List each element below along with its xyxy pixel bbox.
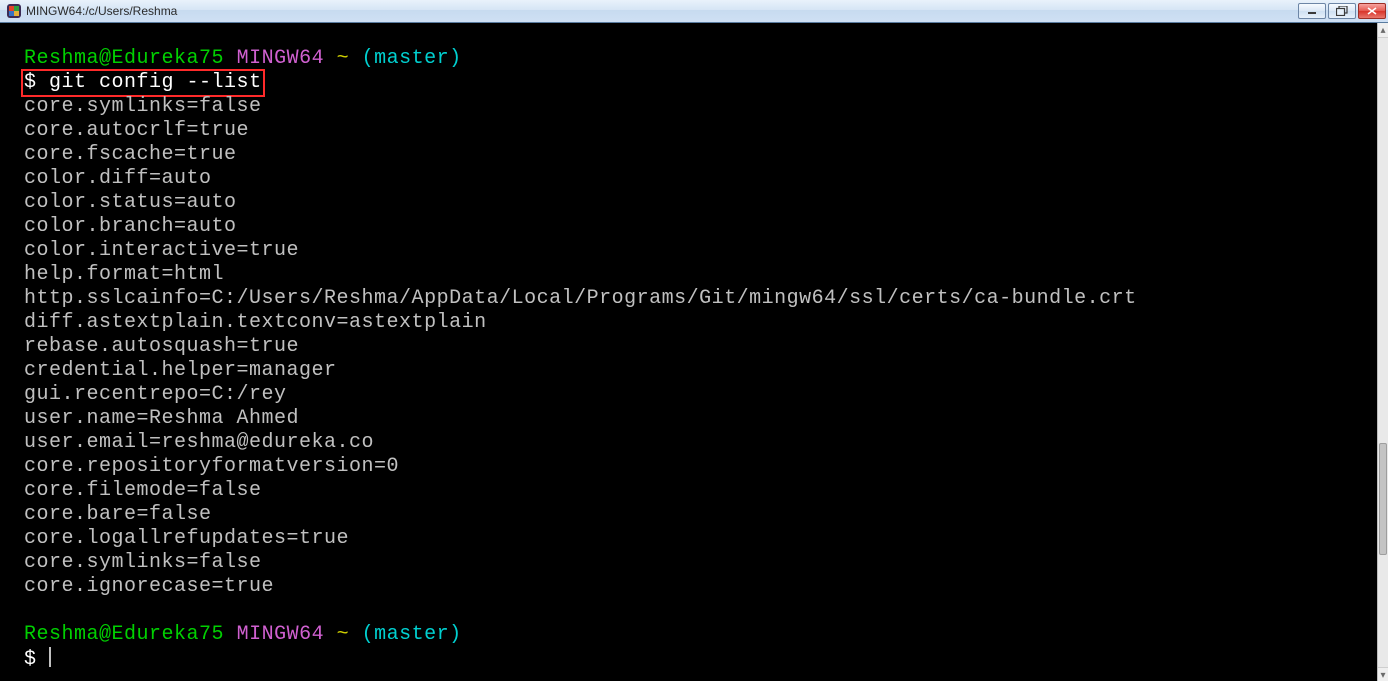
prompt-line: Reshma@Edureka75 MINGW64 ~ (master) xyxy=(24,47,462,70)
prompt-user: Reshma@Edureka75 xyxy=(24,47,224,70)
output-line: core.autocrlf=true xyxy=(24,119,249,142)
output-line: core.repositoryformatversion=0 xyxy=(24,455,399,478)
cursor xyxy=(49,647,51,667)
output-line: color.interactive=true xyxy=(24,239,299,262)
window-titlebar: MINGW64:/c/Users/Reshma xyxy=(0,0,1388,23)
minimize-button[interactable] xyxy=(1298,3,1326,19)
entered-command: git config --list xyxy=(49,71,262,94)
prompt-symbol: $ xyxy=(24,71,37,94)
scroll-down-arrow[interactable]: ▾ xyxy=(1378,667,1388,681)
maximize-button[interactable] xyxy=(1328,3,1356,19)
output-line: user.email=reshma@edureka.co xyxy=(24,431,374,454)
git-bash-icon xyxy=(6,3,22,19)
output-line: user.name=Reshma Ahmed xyxy=(24,407,299,430)
prompt-shell: MINGW64 xyxy=(237,47,325,70)
output-line: diff.astextplain.textconv=astextplain xyxy=(24,311,487,334)
output-line: color.branch=auto xyxy=(24,215,237,238)
output-line: gui.recentrepo=C:/rey xyxy=(24,383,287,406)
output-line: core.logallrefupdates=true xyxy=(24,527,349,550)
scroll-thumb[interactable] xyxy=(1379,443,1387,555)
output-line: help.format=html xyxy=(24,263,224,286)
output-line: credential.helper=manager xyxy=(24,359,337,382)
prompt-cwd: ~ xyxy=(337,47,350,70)
prompt-shell: MINGW64 xyxy=(237,623,325,646)
output-line: http.sslcainfo=C:/Users/Reshma/AppData/L… xyxy=(24,287,1137,310)
output-line: core.symlinks=false xyxy=(24,551,262,574)
prompt-branch: (master) xyxy=(362,623,462,646)
window-title: MINGW64:/c/Users/Reshma xyxy=(26,4,177,18)
terminal-output[interactable]: Reshma@Edureka75 MINGW64 ~ (master) $ gi… xyxy=(0,23,1378,681)
scroll-up-arrow[interactable]: ▴ xyxy=(1378,23,1388,38)
output-line: color.status=auto xyxy=(24,191,237,214)
output-line: core.bare=false xyxy=(24,503,212,526)
prompt-branch: (master) xyxy=(362,47,462,70)
vertical-scrollbar[interactable]: ▴ ▾ xyxy=(1377,23,1388,681)
output-line: core.fscache=true xyxy=(24,143,237,166)
output-line: core.ignorecase=true xyxy=(24,575,274,598)
window-controls xyxy=(1298,3,1386,19)
prompt-symbol: $ xyxy=(24,648,37,671)
close-button[interactable] xyxy=(1358,3,1386,19)
command-highlight: $ git config --list xyxy=(21,69,265,97)
output-line: core.symlinks=false xyxy=(24,95,262,118)
output-line: rebase.autosquash=true xyxy=(24,335,299,358)
output-line: color.diff=auto xyxy=(24,167,212,190)
prompt-user: Reshma@Edureka75 xyxy=(24,623,224,646)
prompt-line: Reshma@Edureka75 MINGW64 ~ (master) xyxy=(24,623,462,646)
output-line: core.filemode=false xyxy=(24,479,262,502)
terminal-area[interactable]: Reshma@Edureka75 MINGW64 ~ (master) $ gi… xyxy=(0,23,1388,681)
prompt-cwd: ~ xyxy=(337,623,350,646)
